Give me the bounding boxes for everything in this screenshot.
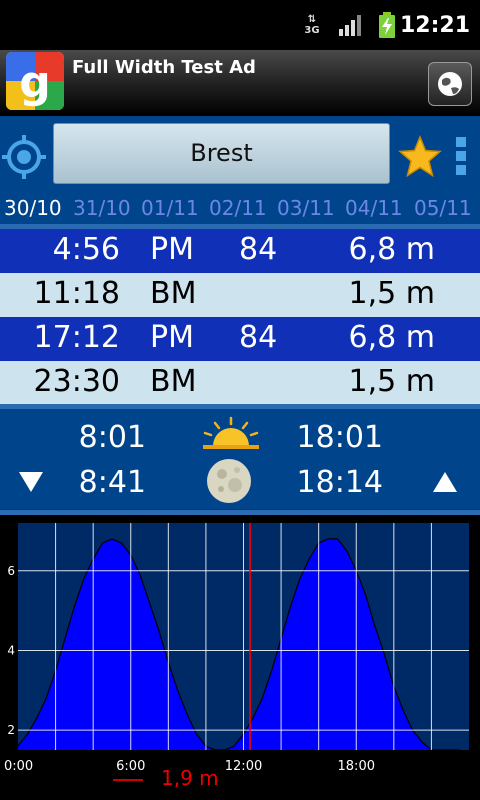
- y-tick-label: 2: [7, 723, 15, 737]
- tide-height: 6,8 m: [348, 232, 435, 267]
- moon-icon: [207, 459, 251, 503]
- sun-icon: [203, 416, 259, 449]
- tide-time: 11:18: [33, 276, 120, 311]
- battery-charging-icon: [379, 12, 395, 38]
- date-tab[interactable]: 02/11: [209, 196, 267, 220]
- tide-coefficient: 84: [239, 232, 278, 267]
- x-tick-label: 6:00: [116, 759, 145, 774]
- google-logo-icon: g: [6, 52, 64, 110]
- overflow-menu-icon[interactable]: [456, 137, 468, 177]
- tide-time: 23:30: [33, 364, 120, 399]
- svg-text:g: g: [19, 57, 51, 108]
- signal-strength-icon: [339, 15, 361, 36]
- status-time: 12:21: [399, 13, 470, 38]
- cursor-legend-line: [113, 779, 143, 781]
- date-tab[interactable]: 05/11: [414, 196, 472, 220]
- sunset-time: 18:01: [296, 420, 383, 455]
- tide-row: 11:18 BM 1,5 m: [0, 273, 480, 317]
- tide-row: 17:12 PM 84 6,8 m: [0, 317, 480, 361]
- globe-icon[interactable]: [428, 62, 472, 106]
- moonset-time: 18:14: [296, 465, 383, 500]
- previous-day-arrow-icon[interactable]: [18, 470, 44, 494]
- tide-row: 4:56 PM 84 6,8 m: [0, 229, 480, 273]
- tide-height: 1,5 m: [348, 276, 435, 311]
- next-day-arrow-icon[interactable]: [432, 470, 458, 494]
- date-tab[interactable]: 31/10: [73, 196, 131, 220]
- date-tab-selected[interactable]: 30/10: [4, 196, 62, 220]
- x-tick-label: 12:00: [225, 759, 262, 774]
- date-tab[interactable]: 03/11: [277, 196, 335, 220]
- x-tick-label: 18:00: [338, 759, 375, 774]
- tide-time: 17:12: [33, 320, 120, 355]
- favorite-star-icon[interactable]: [398, 135, 442, 179]
- y-tick-label: 6: [7, 564, 15, 578]
- sunrise-time: 8:01: [78, 420, 146, 455]
- tide-height: 6,8 m: [348, 320, 435, 355]
- network-3g-icon: ⇅ 3G: [304, 14, 320, 36]
- tide-chart[interactable]: 2 4 6 0:00 6:00 12:00 18:00: [0, 515, 480, 800]
- tide-row: 23:30 BM 1,5 m: [0, 361, 480, 405]
- cursor-height-label: 1,9 m: [161, 766, 219, 790]
- y-tick-label: 4: [7, 643, 15, 657]
- tide-height: 1,5 m: [348, 364, 435, 399]
- tide-type: BM: [150, 276, 197, 311]
- x-tick-label: 0:00: [4, 759, 33, 774]
- tide-type: BM: [150, 364, 197, 399]
- tide-type: PM: [150, 320, 194, 355]
- tide-type: PM: [150, 232, 194, 267]
- moonrise-time: 8:41: [78, 465, 146, 500]
- ad-title[interactable]: Full Width Test Ad: [72, 57, 256, 78]
- tide-coefficient: 84: [239, 320, 278, 355]
- date-tab[interactable]: 04/11: [345, 196, 403, 220]
- locate-gps-icon[interactable]: [2, 135, 46, 179]
- tide-time: 4:56: [52, 232, 120, 267]
- date-tab[interactable]: 01/11: [141, 196, 199, 220]
- city-selector-button[interactable]: Brest: [53, 123, 390, 184]
